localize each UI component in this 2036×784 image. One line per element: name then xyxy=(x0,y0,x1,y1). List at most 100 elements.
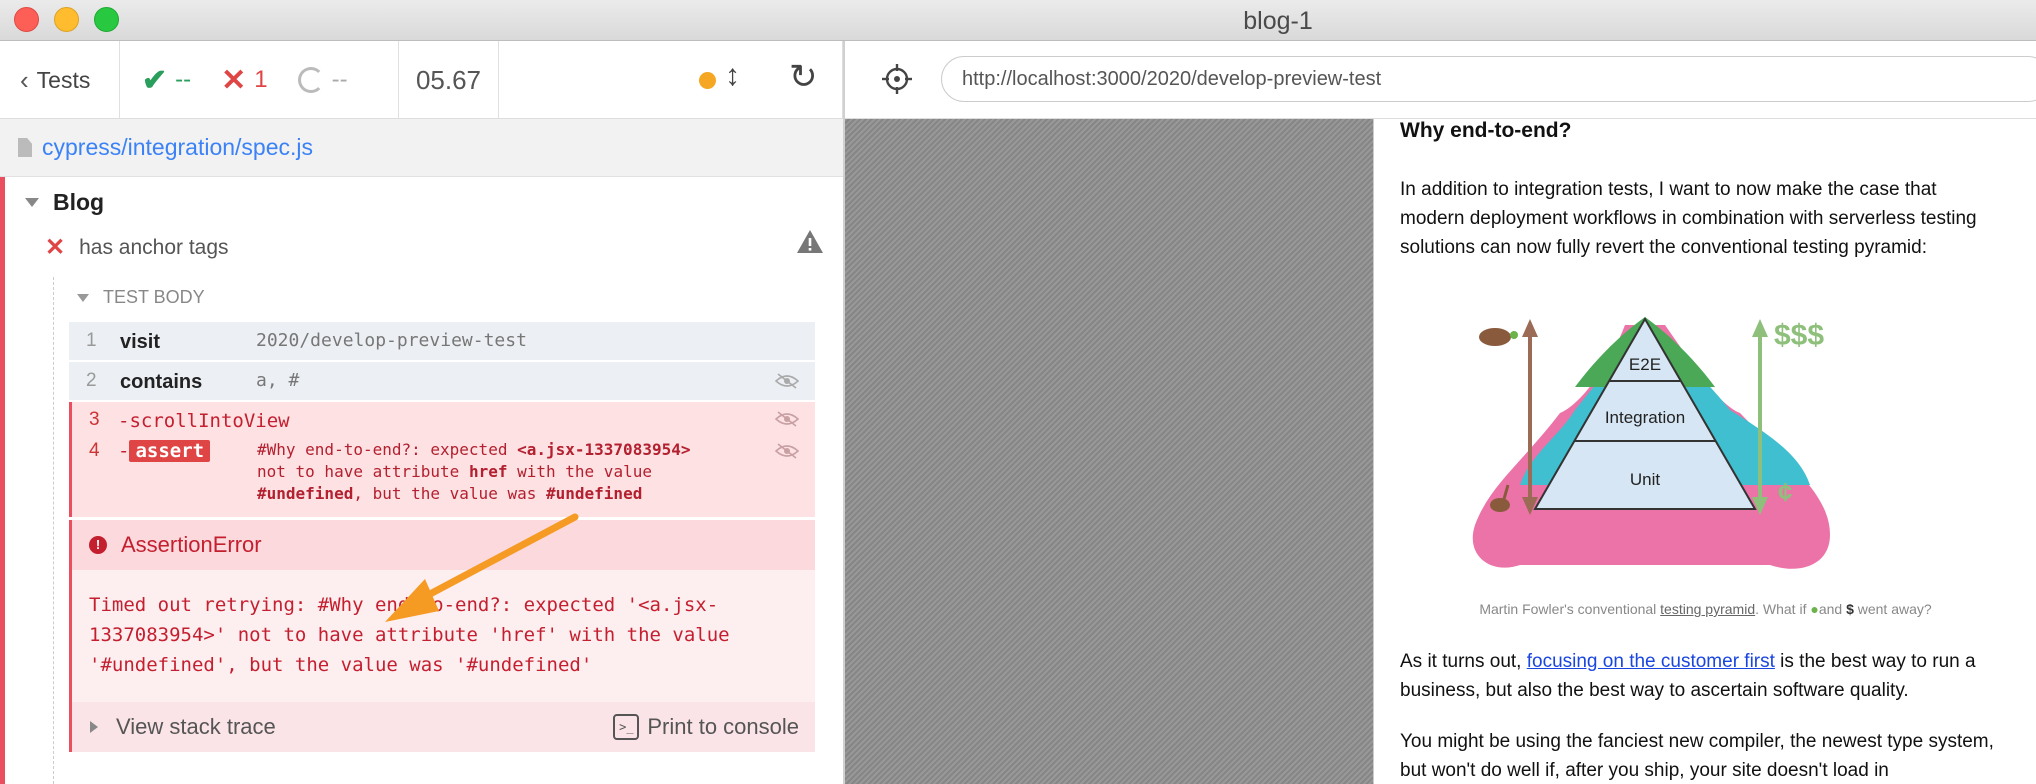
title-bar: blog-1 xyxy=(0,0,2036,41)
dollar-icon: $ xyxy=(1846,601,1854,617)
image-caption: Martin Fowler's conventional testing pyr… xyxy=(1374,601,2036,617)
chevron-left-icon: ‹ xyxy=(20,64,29,95)
assert-msg-part: , but the value was xyxy=(353,484,537,503)
assert-badge: assert xyxy=(129,440,211,462)
minimize-window-button[interactable] xyxy=(54,7,79,32)
duration: 05.67 xyxy=(399,41,499,119)
section-heading: Why end-to-end? xyxy=(1400,119,1572,142)
caption-text: and xyxy=(1818,601,1847,617)
command-message: 2020/develop-preview-test xyxy=(256,330,527,351)
command-name: visit xyxy=(120,331,161,353)
turtle-icon: ● xyxy=(1810,601,1819,617)
customer-paragraph: As it turns out, focusing on the custome… xyxy=(1400,647,2000,705)
spinner-icon xyxy=(297,67,324,93)
error-footer: View stack trace >_ Print to console xyxy=(72,702,815,752)
spec-path-link[interactable]: cypress/integration/spec.js xyxy=(42,134,313,161)
test-body-guide-line xyxy=(53,277,54,784)
test-body-label: TEST BODY xyxy=(103,287,205,307)
assert-msg-part: with the value xyxy=(517,462,652,481)
pyramid-bottom-label: Unit xyxy=(1630,470,1661,489)
command-row-scroll-into-view[interactable]: 3 -scrollIntoView xyxy=(72,402,815,435)
caret-right-icon xyxy=(90,721,98,733)
customer-first-link[interactable]: focusing on the customer first xyxy=(1527,651,1775,672)
command-row-contains[interactable]: 2 contains a, # xyxy=(69,362,815,401)
test-title: has anchor tags xyxy=(79,235,229,259)
aut-url: http://localhost:3000/2020/develop-previ… xyxy=(962,67,1382,90)
auto-scroll-arrows-icon[interactable]: ↕ xyxy=(725,59,740,93)
command-name: -scrollIntoView xyxy=(118,410,290,432)
file-icon xyxy=(18,138,32,157)
error-message-line: '#undefined', but the value was '#undefi… xyxy=(89,654,593,676)
reporter-controls: ↕ ↻ xyxy=(499,41,843,119)
turtle-icon xyxy=(1479,328,1511,346)
error-message-line: Timed out retrying: #Why end-to-end?: ex… xyxy=(89,594,719,616)
command-log: Blog ✕ has anchor tags TEST BODY 1 visit… xyxy=(0,177,843,784)
eye-slash-icon[interactable] xyxy=(775,411,799,427)
command-message: a, # xyxy=(256,370,300,391)
window-title: blog-1 xyxy=(1243,7,1313,35)
eye-slash-icon[interactable] xyxy=(775,443,799,459)
testing-pyramid-diagram: E2E Integration Unit $$$ ¢ xyxy=(1472,317,1830,569)
caption-text: . What if xyxy=(1755,601,1811,617)
zoom-window-button[interactable] xyxy=(94,7,119,32)
command-row-assert[interactable]: 4 - assert #Why end-to-end?: expected <a.… xyxy=(72,435,815,517)
pyramid-top-label: E2E xyxy=(1629,355,1661,374)
auto-scroll-dot-icon[interactable] xyxy=(699,72,716,89)
stack-trace-label: View stack trace xyxy=(116,714,276,739)
back-label: Tests xyxy=(36,66,91,93)
reporter-header: ‹ Tests ✔ -- ✕ 1 -- 05.67 ↕ ↻ xyxy=(0,41,843,119)
command-number: 2 xyxy=(86,370,97,391)
caption-link[interactable]: testing pyramid xyxy=(1660,601,1755,617)
command-number: 4 xyxy=(89,440,100,461)
aut-stage: Why end-to-end? In addition to integrati… xyxy=(845,119,2036,784)
selector-playground-icon[interactable] xyxy=(881,63,913,95)
check-icon: ✔ xyxy=(142,63,168,97)
caret-down-icon xyxy=(25,198,39,207)
assertion-error-panel: ! AssertionError Timed out retrying: #Wh… xyxy=(69,520,815,752)
para-text: As it turns out, xyxy=(1400,651,1527,672)
failed-count: 1 xyxy=(254,66,268,93)
close-window-button[interactable] xyxy=(14,7,39,32)
assert-msg-part: not to have attribute xyxy=(257,462,460,481)
passed-stat: ✔ -- xyxy=(142,63,191,98)
command-name: contains xyxy=(120,371,203,393)
test-stats: ✔ -- ✕ 1 -- xyxy=(120,41,399,119)
assert-msg-element: <a.jsx-1337083954> xyxy=(517,440,691,459)
error-message-line: 1337083954>' not to have attribute 'href… xyxy=(89,624,730,646)
compiler-paragraph: You might be using the fanciest new comp… xyxy=(1400,731,1994,781)
command-number: 1 xyxy=(86,330,97,351)
command-number: 3 xyxy=(89,409,100,430)
assert-msg-actual: #undefined xyxy=(546,484,643,503)
eye-slash-icon[interactable] xyxy=(775,373,799,389)
x-icon: ✕ xyxy=(221,63,247,97)
command-row-visit[interactable]: 1 visit 2020/develop-preview-test xyxy=(69,322,815,361)
test-title-row[interactable]: ✕ has anchor tags xyxy=(45,230,825,262)
assert-msg-part: #Why end-to-end?: expected xyxy=(257,440,508,459)
assert-msg-attr: href xyxy=(468,462,508,481)
money-label: $$$ xyxy=(1774,319,1824,352)
aut-iframe: Why end-to-end? In addition to integrati… xyxy=(1373,119,2036,784)
assert-msg-value: #undefined xyxy=(257,484,354,503)
intro-paragraph: In addition to integration tests, I want… xyxy=(1400,179,1977,258)
pending-count: -- xyxy=(331,66,348,93)
print-console-label: Print to console xyxy=(647,714,799,739)
warning-icon[interactable] xyxy=(795,227,825,257)
caret-down-icon xyxy=(77,293,89,302)
terminal-icon: >_ xyxy=(613,714,640,740)
aut-url-bar[interactable]: http://localhost:3000/2020/develop-previ… xyxy=(941,56,2036,102)
suite-title[interactable]: Blog xyxy=(25,189,104,216)
view-stack-trace-toggle[interactable]: View stack trace xyxy=(90,714,276,740)
pyramid-middle-label: Integration xyxy=(1605,408,1685,427)
assert-message: #Why end-to-end?: expected <a.jsx-133708… xyxy=(257,439,757,505)
command-dash: - xyxy=(118,440,130,462)
spec-file-bar: cypress/integration/spec.js xyxy=(0,119,843,177)
pending-stat: -- xyxy=(297,66,348,94)
test-body-header[interactable]: TEST BODY xyxy=(77,287,205,308)
error-icon: ! xyxy=(89,536,107,554)
rerun-tests-icon[interactable]: ↻ xyxy=(789,57,818,97)
caption-text: went away? xyxy=(1853,601,1932,617)
rabbit-icon xyxy=(1490,498,1510,512)
command-name: - assert xyxy=(118,440,211,462)
back-to-tests-button[interactable]: ‹ Tests xyxy=(0,41,120,119)
print-to-console-button[interactable]: >_ Print to console xyxy=(613,714,799,740)
